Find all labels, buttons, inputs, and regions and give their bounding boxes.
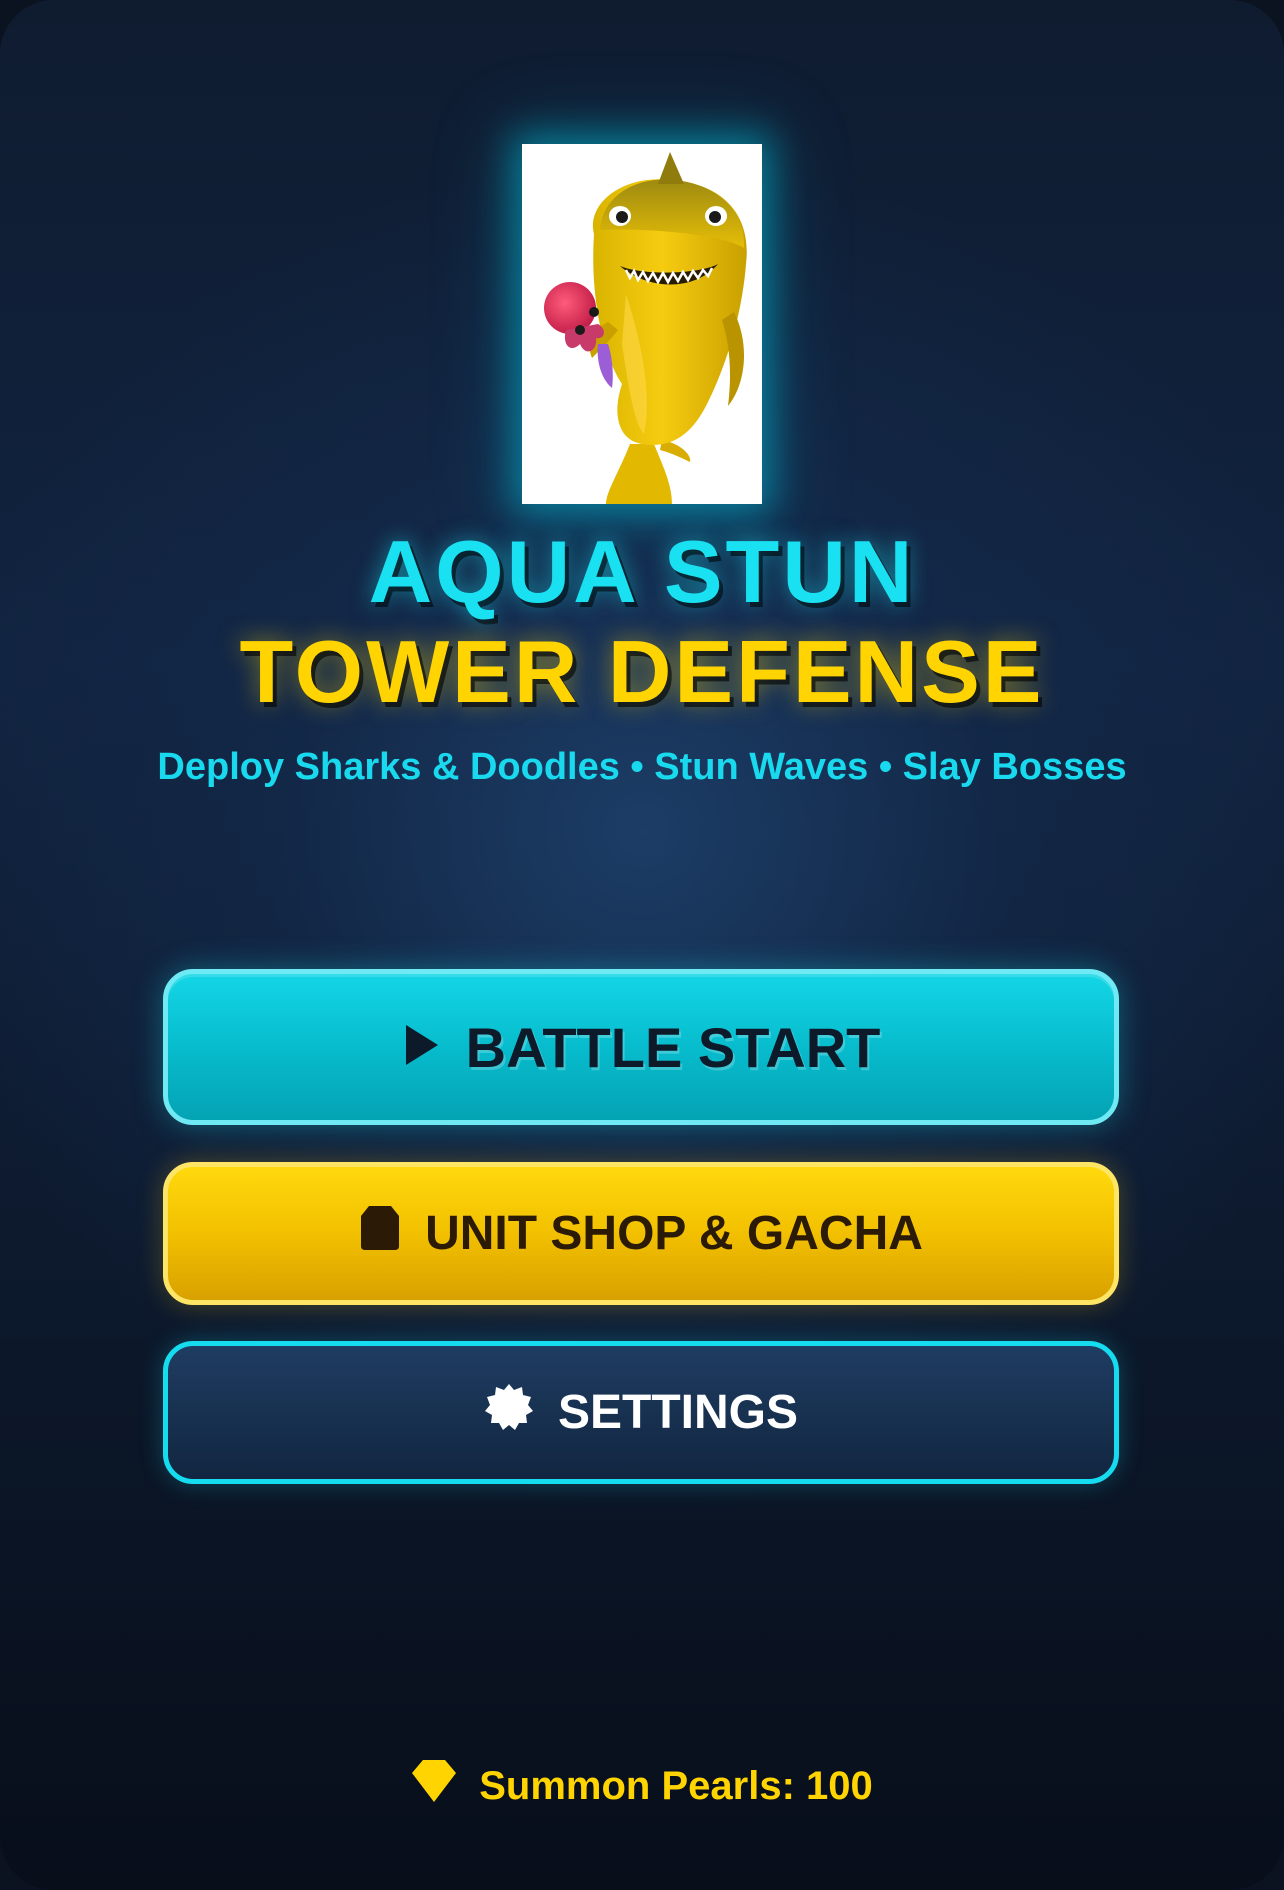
main-menu-screen: AQUA STUN TOWER DEFENSE Deploy Sharks & … (0, 0, 1284, 1890)
game-subtitle: Deploy Sharks & Doodles • Stun Waves • S… (157, 746, 1127, 788)
shark-mascot-image (522, 144, 762, 504)
settings-button[interactable]: SETTINGS (163, 1341, 1119, 1484)
game-title-line2: TOWER DEFENSE (239, 622, 1045, 721)
summon-pearls-display: Summon Pearls: 100 (0, 1758, 1284, 1814)
game-title-line1: AQUA STUN (368, 522, 916, 621)
battle-start-label: BATTLE START (465, 1015, 881, 1079)
diamond-icon (411, 1758, 457, 1814)
shark-mascot-icon (544, 152, 747, 504)
settings-label: SETTINGS (557, 1386, 799, 1439)
battle-start-button[interactable]: BATTLE START (163, 969, 1119, 1125)
play-icon (402, 1015, 442, 1080)
summon-pearls-label: Summon Pearls: 100 (479, 1763, 873, 1808)
unit-shop-gacha-label: UNIT SHOP & GACHA (425, 1207, 923, 1260)
bag-icon (359, 1204, 401, 1264)
unit-shop-gacha-button[interactable]: UNIT SHOP & GACHA (163, 1162, 1119, 1305)
gear-icon (484, 1382, 534, 1444)
